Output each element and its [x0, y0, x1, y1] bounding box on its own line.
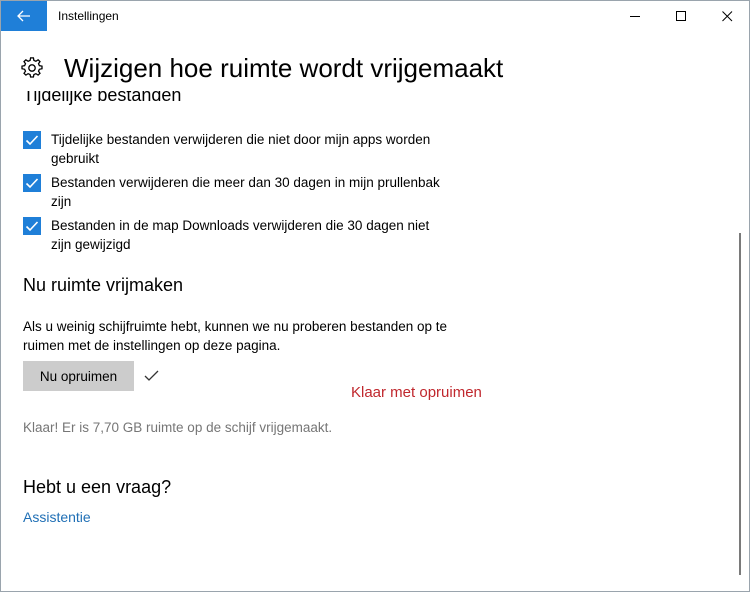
settings-window: Instellingen Wijzigen hoe ruimte wordt v…	[0, 0, 750, 592]
option-delete-recycle-bin-files[interactable]: Bestanden verwijderen die meer dan 30 da…	[23, 173, 453, 211]
settings-content: Tijdelijke bestanden Tijdelijke bestande…	[1, 91, 737, 591]
option-label: Bestanden in de map Downloads verwijdere…	[51, 218, 430, 252]
option-label: Bestanden verwijderen die meer dan 30 da…	[51, 175, 440, 209]
page-title: Wijzigen hoe ruimte wordt vrijgemaakt	[64, 53, 504, 83]
free-now-heading: Nu ruimte vrijmaken	[23, 275, 184, 295]
checkbox[interactable]	[23, 131, 41, 149]
scrollbar[interactable]	[739, 233, 741, 575]
cleanup-done-annotation: Klaar met opruimen	[351, 384, 482, 401]
window-title: Instellingen	[58, 9, 119, 23]
checkbox[interactable]	[23, 217, 41, 235]
option-delete-unused-temp-files[interactable]: Tijdelijke bestanden verwijderen die nie…	[23, 130, 453, 168]
close-button[interactable]	[704, 1, 749, 31]
maximize-button[interactable]	[658, 1, 704, 31]
close-icon	[721, 10, 732, 21]
checkmark-icon	[25, 135, 39, 146]
clean-now-button[interactable]: Nu opruimen	[23, 361, 134, 391]
option-delete-downloads-files[interactable]: Bestanden in de map Downloads verwijdere…	[23, 216, 453, 254]
back-button[interactable]	[1, 1, 47, 31]
checkbox[interactable]	[23, 174, 41, 192]
free-now-description: Als u weinig schijfruimte hebt, kunnen w…	[23, 319, 448, 353]
cleanup-status: Klaar! Er is 7,70 GB ruimte op de schijf…	[23, 420, 333, 435]
gear-icon	[21, 57, 43, 84]
help-heading: Hebt u een vraag?	[23, 477, 172, 497]
maximize-icon	[675, 10, 686, 21]
option-label: Tijdelijke bestanden verwijderen die nie…	[51, 132, 431, 166]
page-header: Wijzigen hoe ruimte wordt vrijgemaakt	[1, 47, 749, 91]
minimize-icon	[629, 15, 640, 17]
checkmark-icon	[144, 369, 159, 387]
title-bar: Instellingen	[1, 1, 749, 31]
checkmark-icon	[25, 221, 39, 232]
arrow-left-icon	[17, 10, 30, 22]
checkmark-icon	[25, 178, 39, 189]
minimize-button[interactable]	[612, 1, 658, 31]
temp-files-heading: Tijdelijke bestanden	[23, 91, 182, 105]
assistance-link[interactable]: Assistentie	[23, 509, 91, 525]
